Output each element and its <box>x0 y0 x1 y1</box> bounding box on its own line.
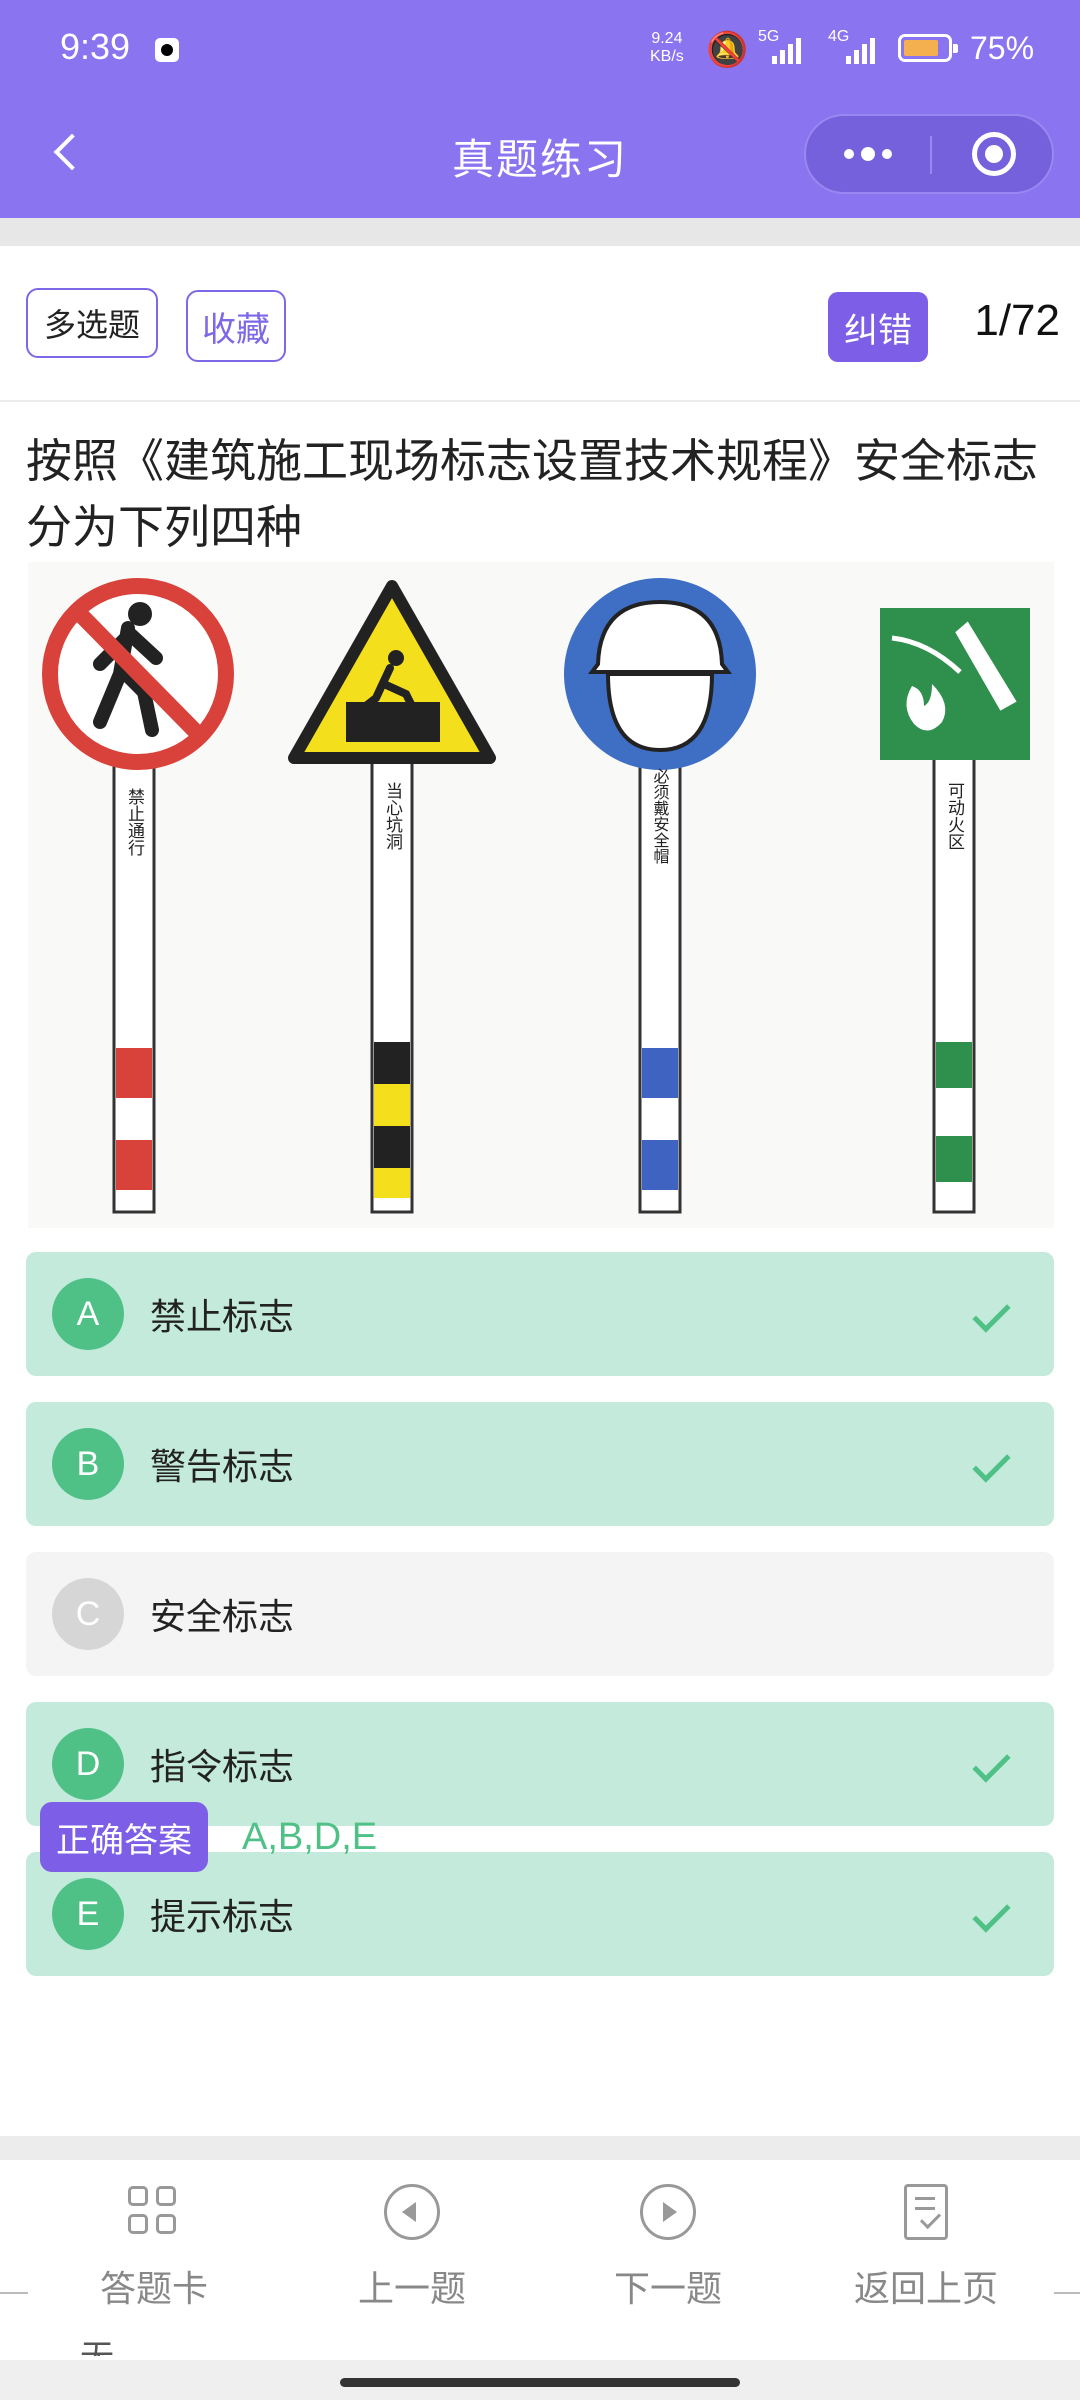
signal-bars-icon <box>846 36 875 64</box>
sign-text-3: 必须戴安全帽 <box>651 768 670 864</box>
tab-label: 返回上页 <box>853 2269 998 2310</box>
status-bar: 9:39 9.24 KB/s 🔕 5G 4G 75% <box>0 0 1080 100</box>
home-indicator[interactable] <box>340 2378 740 2387</box>
nav-bar: 真题练习 <box>0 100 1080 218</box>
screen-record-icon <box>155 38 179 62</box>
report-error-button[interactable]: 纠错 <box>828 292 928 362</box>
battery-percent: 75% <box>970 30 1035 66</box>
correct-answer-label: 正确答案 <box>40 1802 208 1872</box>
tab-label: 上一题 <box>357 2269 466 2310</box>
option-a[interactable]: A 禁止标志 <box>26 1252 1054 1376</box>
option-letter-badge: E <box>52 1878 124 1950</box>
sign-text-2: 当心坑洞 <box>382 782 403 850</box>
status-time: 9:39 <box>60 26 131 67</box>
option-letter-badge: A <box>52 1278 124 1350</box>
option-letter-badge: D <box>52 1728 124 1800</box>
previous-question-button[interactable]: 上一题 <box>312 2184 512 2334</box>
favorite-button[interactable]: 收藏 <box>186 290 286 362</box>
question-type-tag: 多选题 <box>26 288 159 358</box>
next-circle-icon <box>640 2184 696 2240</box>
prev-circle-icon <box>384 2184 440 2240</box>
option-b[interactable]: B 警告标志 <box>26 1402 1054 1526</box>
prohibition-sign: 禁止通行 <box>42 578 234 1214</box>
question-counter: 1/72 <box>974 296 1060 345</box>
more-icon[interactable] <box>806 116 930 192</box>
option-text: 提示标志 <box>150 1897 295 1938</box>
clipped-text: 无 <box>80 2330 114 2356</box>
option-letter-badge: C <box>52 1578 124 1650</box>
divider <box>1054 2292 1080 2294</box>
check-icon <box>976 1296 1016 1330</box>
sign-text-1: 禁止通行 <box>124 788 145 857</box>
option-letter-badge: B <box>52 1428 124 1500</box>
signal-bars-icon <box>772 36 801 64</box>
question-text: 按照《建筑施工现场标志设置技术规程》安全标志分为下列四种 <box>26 434 1038 554</box>
return-previous-page-button[interactable]: 返回上页 <box>826 2184 1026 2334</box>
check-icon <box>976 1746 1016 1780</box>
mute-icon: 🔕 <box>706 30 749 70</box>
mandatory-sign: 必须戴安全帽 <box>564 578 756 1214</box>
correct-answer-row: 正确答案 A,B,D,E <box>40 1802 377 1872</box>
option-text: 警告标志 <box>150 1447 295 1488</box>
divider <box>0 400 1080 402</box>
check-icon <box>976 1446 1016 1480</box>
question-image: 禁止通行 当心坑洞 必须戴安全帽 可动火区 <box>28 562 1054 1228</box>
capsule-divider <box>930 136 932 174</box>
grid-icon <box>126 2184 182 2240</box>
next-question-button[interactable]: 下一题 <box>568 2184 768 2334</box>
net-speed: 9.24 KB/s <box>650 30 684 65</box>
close-mini-program-icon[interactable] <box>972 132 1016 176</box>
bottom-toolbar: 答题卡 上一题 下一题 返回上页 <box>0 2160 1080 2360</box>
tab-label: 下一题 <box>613 2269 722 2310</box>
sign-text-4: 可动火区 <box>944 782 965 850</box>
option-c[interactable]: C 安全标志 <box>26 1552 1054 1676</box>
section-gap <box>0 2136 1080 2160</box>
document-check-icon <box>904 2184 948 2240</box>
gesture-area <box>0 2360 1080 2400</box>
app-header: 9:39 9.24 KB/s 🔕 5G 4G 75% 真题练习 <box>0 0 1080 218</box>
info-sign: 可动火区 <box>880 608 1030 1214</box>
option-text: 禁止标志 <box>150 1297 295 1338</box>
correct-answer-value: A,B,D,E <box>242 1815 378 1858</box>
option-text: 安全标志 <box>150 1597 295 1638</box>
section-gap <box>0 218 1080 246</box>
safety-signs-illustration: 禁止通行 当心坑洞 必须戴安全帽 可动火区 <box>42 578 1030 1214</box>
divider <box>0 2292 28 2294</box>
back-button[interactable] <box>44 124 100 180</box>
mini-program-capsule <box>804 114 1054 194</box>
option-text: 指令标志 <box>150 1747 295 1788</box>
tab-label: 答题卡 <box>99 2269 208 2310</box>
battery-icon <box>898 34 958 62</box>
answer-card-button[interactable]: 答题卡 <box>54 2184 254 2334</box>
check-icon <box>976 1896 1016 1930</box>
warning-sign: 当心坑洞 <box>288 580 496 1214</box>
